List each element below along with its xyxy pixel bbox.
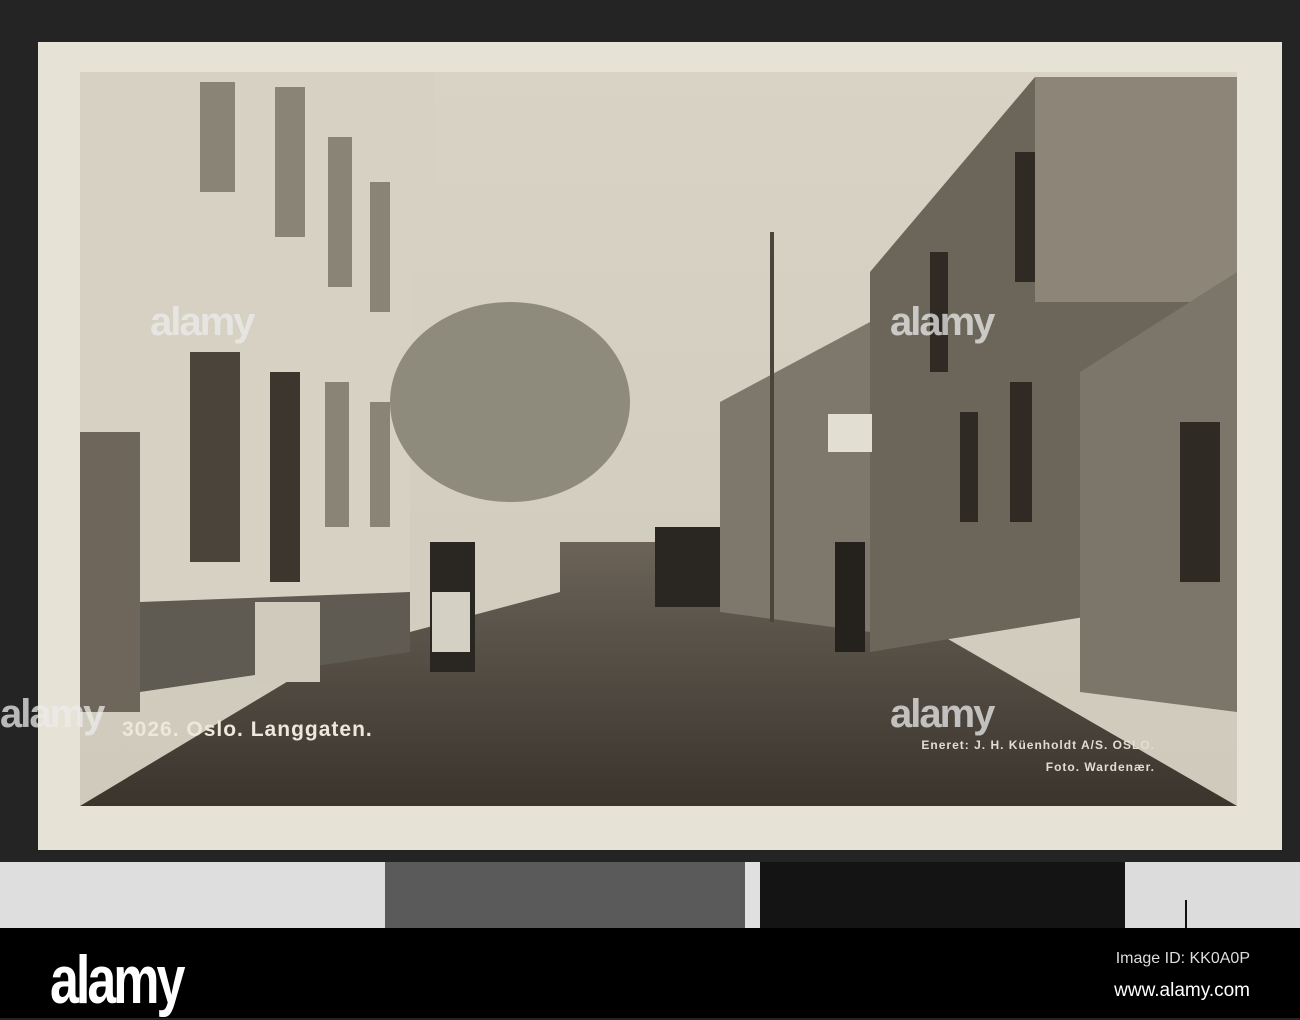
stock-footer: alamy Image ID: KK0A0P www.alamy.com [0, 928, 1300, 1019]
watermark: alamy [150, 300, 255, 344]
white-reference-patch [0, 862, 385, 928]
ruler-tick [1185, 900, 1187, 928]
watermark: alamy [890, 300, 995, 344]
watermark: alamy [890, 692, 995, 736]
photographer-credit: Foto. Wardenær. [1045, 760, 1155, 774]
postcard-caption: 3026. Oslo. Langgaten. [122, 718, 373, 741]
black-reference-patch [760, 862, 1125, 928]
street-scene-illustration [80, 72, 1237, 806]
watermark-left: alamy [0, 692, 105, 736]
scale-ruler [1125, 862, 1300, 928]
gray-reference-patch [385, 862, 745, 928]
postcard-credit: Eneret: J. H. Küenholdt A/S. OSLO. Foto.… [921, 734, 1155, 778]
divider [745, 862, 760, 928]
site-url[interactable]: www.alamy.com [1114, 980, 1250, 1002]
street-photo: 3026. Oslo. Langgaten. Eneret: J. H. Küe… [80, 72, 1237, 806]
publisher-credit: Eneret: J. H. Küenholdt A/S. OSLO. [921, 738, 1155, 752]
image-id: Image ID: KK0A0P [1115, 950, 1250, 967]
alamy-logo: alamy [50, 943, 185, 1019]
